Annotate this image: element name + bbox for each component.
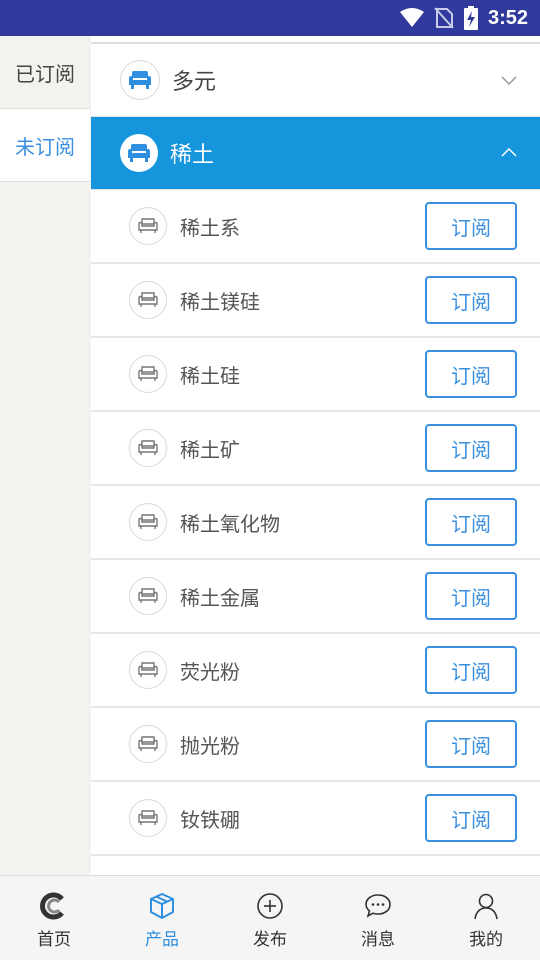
product-list: 多元 稀土 稀土系 订阅 稀土镁硅 订阅 稀土硅 订阅 稀土矿 订阅 稀土氧化物 订阅 稀土金属 订阅… bbox=[91, 36, 540, 875]
chat-bubble-icon bbox=[365, 894, 391, 918]
sofa-outline-icon-svg bbox=[138, 810, 158, 825]
subcategory-label: 稀土矿 bbox=[180, 437, 240, 462]
list-item[interactable]: 抛光粉 订阅 bbox=[91, 708, 540, 782]
sofa-icon bbox=[120, 134, 158, 172]
nav-products[interactable]: 产品 bbox=[108, 876, 216, 960]
subscribe-button[interactable]: 订阅 bbox=[425, 202, 517, 250]
sofa-icon bbox=[120, 60, 160, 100]
sofa-outline-icon bbox=[129, 281, 167, 319]
box-icon bbox=[150, 893, 174, 919]
list-item[interactable]: 稀土氧化物 订阅 bbox=[91, 486, 540, 560]
nav-profile[interactable]: 我的 bbox=[432, 876, 540, 960]
plus-circle-icon bbox=[257, 893, 283, 919]
sofa-outline-icon bbox=[129, 725, 167, 763]
subcategory-label: 荧光粉 bbox=[180, 659, 240, 684]
subcategory-label: 稀土氧化物 bbox=[180, 511, 280, 536]
subscribe-button[interactable]: 订阅 bbox=[425, 276, 517, 324]
category-duoyuan[interactable]: 多元 bbox=[91, 44, 540, 117]
sofa-outline-icon-svg bbox=[138, 366, 158, 381]
status-icons: 3:52 bbox=[399, 0, 528, 36]
category-xitu[interactable]: 稀土 bbox=[91, 117, 540, 190]
sofa-outline-icon-svg bbox=[138, 514, 158, 529]
subcategory-label: 稀土系 bbox=[180, 215, 240, 240]
category-label: 稀土 bbox=[170, 143, 215, 168]
sofa-outline-icon-svg bbox=[138, 440, 158, 455]
list-item[interactable]: 荧光粉 订阅 bbox=[91, 634, 540, 708]
sofa-outline-icon bbox=[129, 503, 167, 541]
user-icon bbox=[474, 893, 498, 920]
subscription-tabs: 已订阅 未订阅 bbox=[0, 36, 90, 875]
subcategory-label: 稀土金属 bbox=[180, 585, 260, 610]
wifi-icon bbox=[399, 8, 424, 27]
sofa-outline-icon-svg bbox=[138, 736, 158, 751]
subscribe-button[interactable]: 订阅 bbox=[425, 424, 517, 472]
list-item[interactable]: 稀土金属 订阅 bbox=[91, 560, 540, 634]
list-item[interactable]: 稀土系 订阅 bbox=[91, 190, 540, 264]
sofa-outline-icon bbox=[129, 355, 167, 393]
home-logo-icon bbox=[40, 892, 64, 920]
bottom-nav: 首页 产品 发布 消息 我的 bbox=[0, 875, 540, 960]
nav-profile-label: 我的 bbox=[469, 930, 503, 950]
subcategory-label: 稀土硅 bbox=[180, 363, 240, 388]
subscribe-button[interactable]: 订阅 bbox=[425, 720, 517, 768]
subscribe-button[interactable]: 订阅 bbox=[425, 350, 517, 398]
status-bar: 3:52 bbox=[0, 0, 540, 36]
nav-home-label: 首页 bbox=[37, 930, 71, 950]
subcategory-label: 钕铁硼 bbox=[180, 807, 240, 832]
subscribe-button[interactable]: 订阅 bbox=[425, 498, 517, 546]
list-top-divider bbox=[91, 36, 540, 44]
battery-charging-icon bbox=[463, 6, 478, 30]
subscribe-button[interactable]: 订阅 bbox=[425, 646, 517, 694]
category-label: 多元 bbox=[172, 70, 217, 95]
sofa-outline-icon-svg bbox=[138, 218, 158, 233]
list-item[interactable]: 稀土镁硅 订阅 bbox=[91, 264, 540, 338]
chevron-down-icon bbox=[501, 76, 517, 86]
sofa-outline-icon-svg bbox=[138, 588, 158, 603]
nav-messages-label: 消息 bbox=[361, 930, 395, 950]
nav-messages[interactable]: 消息 bbox=[324, 876, 432, 960]
chevron-up-icon bbox=[501, 147, 517, 157]
list-item[interactable]: 钕铁硼 订阅 bbox=[91, 782, 540, 856]
status-time: 3:52 bbox=[487, 6, 528, 29]
sofa-outline-icon bbox=[129, 577, 167, 615]
no-sim-icon bbox=[434, 7, 454, 29]
subcategory-label: 抛光粉 bbox=[180, 733, 240, 758]
nav-home[interactable]: 首页 bbox=[0, 876, 108, 960]
subcategory-list: 稀土系 订阅 稀土镁硅 订阅 稀土硅 订阅 稀土矿 订阅 稀土氧化物 订阅 稀土金属 订阅 荧光粉 订阅抛… bbox=[91, 190, 540, 856]
sofa-outline-icon bbox=[129, 207, 167, 245]
nav-products-label: 产品 bbox=[145, 930, 179, 950]
sofa-outline-icon bbox=[129, 651, 167, 689]
subcategory-label: 稀土镁硅 bbox=[180, 289, 260, 314]
list-item[interactable]: 稀土硅 订阅 bbox=[91, 338, 540, 412]
tab-unsubscribed[interactable]: 未订阅 bbox=[0, 109, 90, 182]
nav-publish-label: 发布 bbox=[253, 930, 287, 950]
tab-subscribed[interactable]: 已订阅 bbox=[0, 36, 90, 109]
subscribe-button[interactable]: 订阅 bbox=[425, 572, 517, 620]
sofa-outline-icon bbox=[129, 429, 167, 467]
sofa-outline-icon-svg bbox=[138, 292, 158, 307]
sofa-outline-icon bbox=[129, 799, 167, 837]
subscribe-button[interactable]: 订阅 bbox=[425, 794, 517, 842]
sofa-outline-icon-svg bbox=[138, 662, 158, 677]
nav-publish[interactable]: 发布 bbox=[216, 876, 324, 960]
list-item[interactable]: 稀土矿 订阅 bbox=[91, 412, 540, 486]
